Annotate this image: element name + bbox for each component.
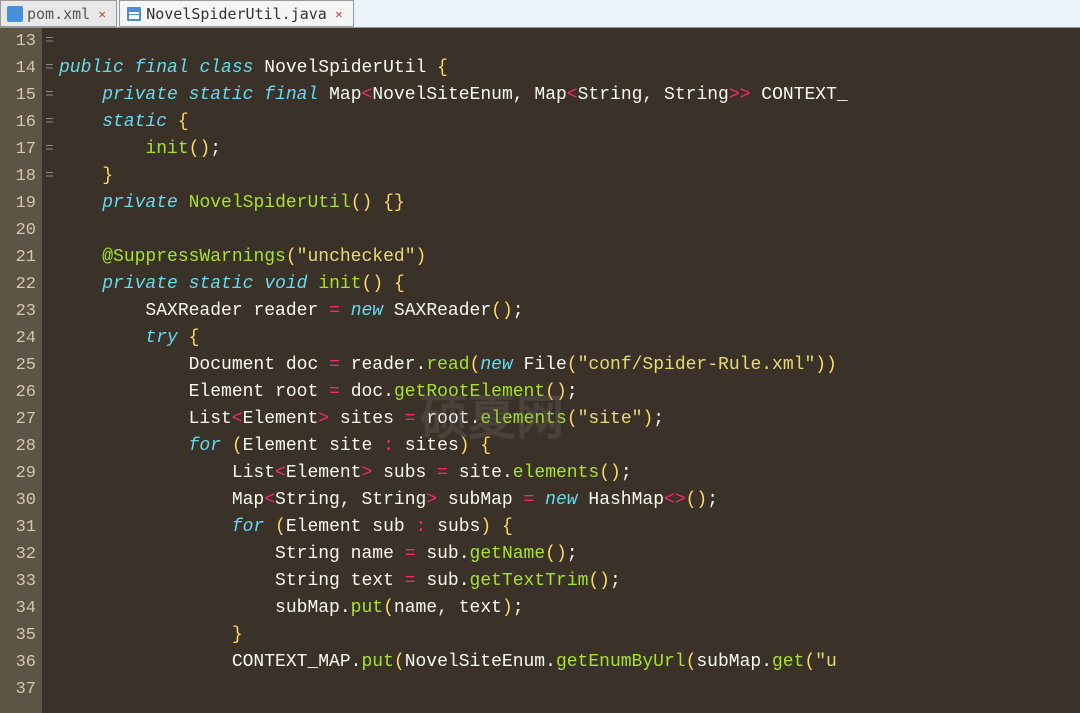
code-area[interactable]: public final class NovelSpiderUtil { pri…	[57, 28, 1080, 713]
close-icon[interactable]: ✕	[331, 6, 347, 22]
tab-pom-xml[interactable]: pom.xml ✕	[0, 0, 117, 27]
xml-file-icon	[7, 6, 23, 22]
tab-label: pom.xml	[27, 5, 90, 23]
tab-novelspiderutil[interactable]: NovelSpiderUtil.java ✕	[119, 0, 354, 27]
tab-bar: pom.xml ✕ NovelSpiderUtil.java ✕	[0, 0, 1080, 28]
java-file-icon	[126, 6, 142, 22]
code-editor[interactable]: 1314151617181920212223242526272829303132…	[0, 28, 1080, 713]
line-number-gutter: 1314151617181920212223242526272829303132…	[0, 28, 42, 713]
fold-gutter[interactable]: ======	[42, 28, 57, 713]
close-icon[interactable]: ✕	[94, 6, 110, 22]
tab-label: NovelSpiderUtil.java	[146, 5, 327, 23]
